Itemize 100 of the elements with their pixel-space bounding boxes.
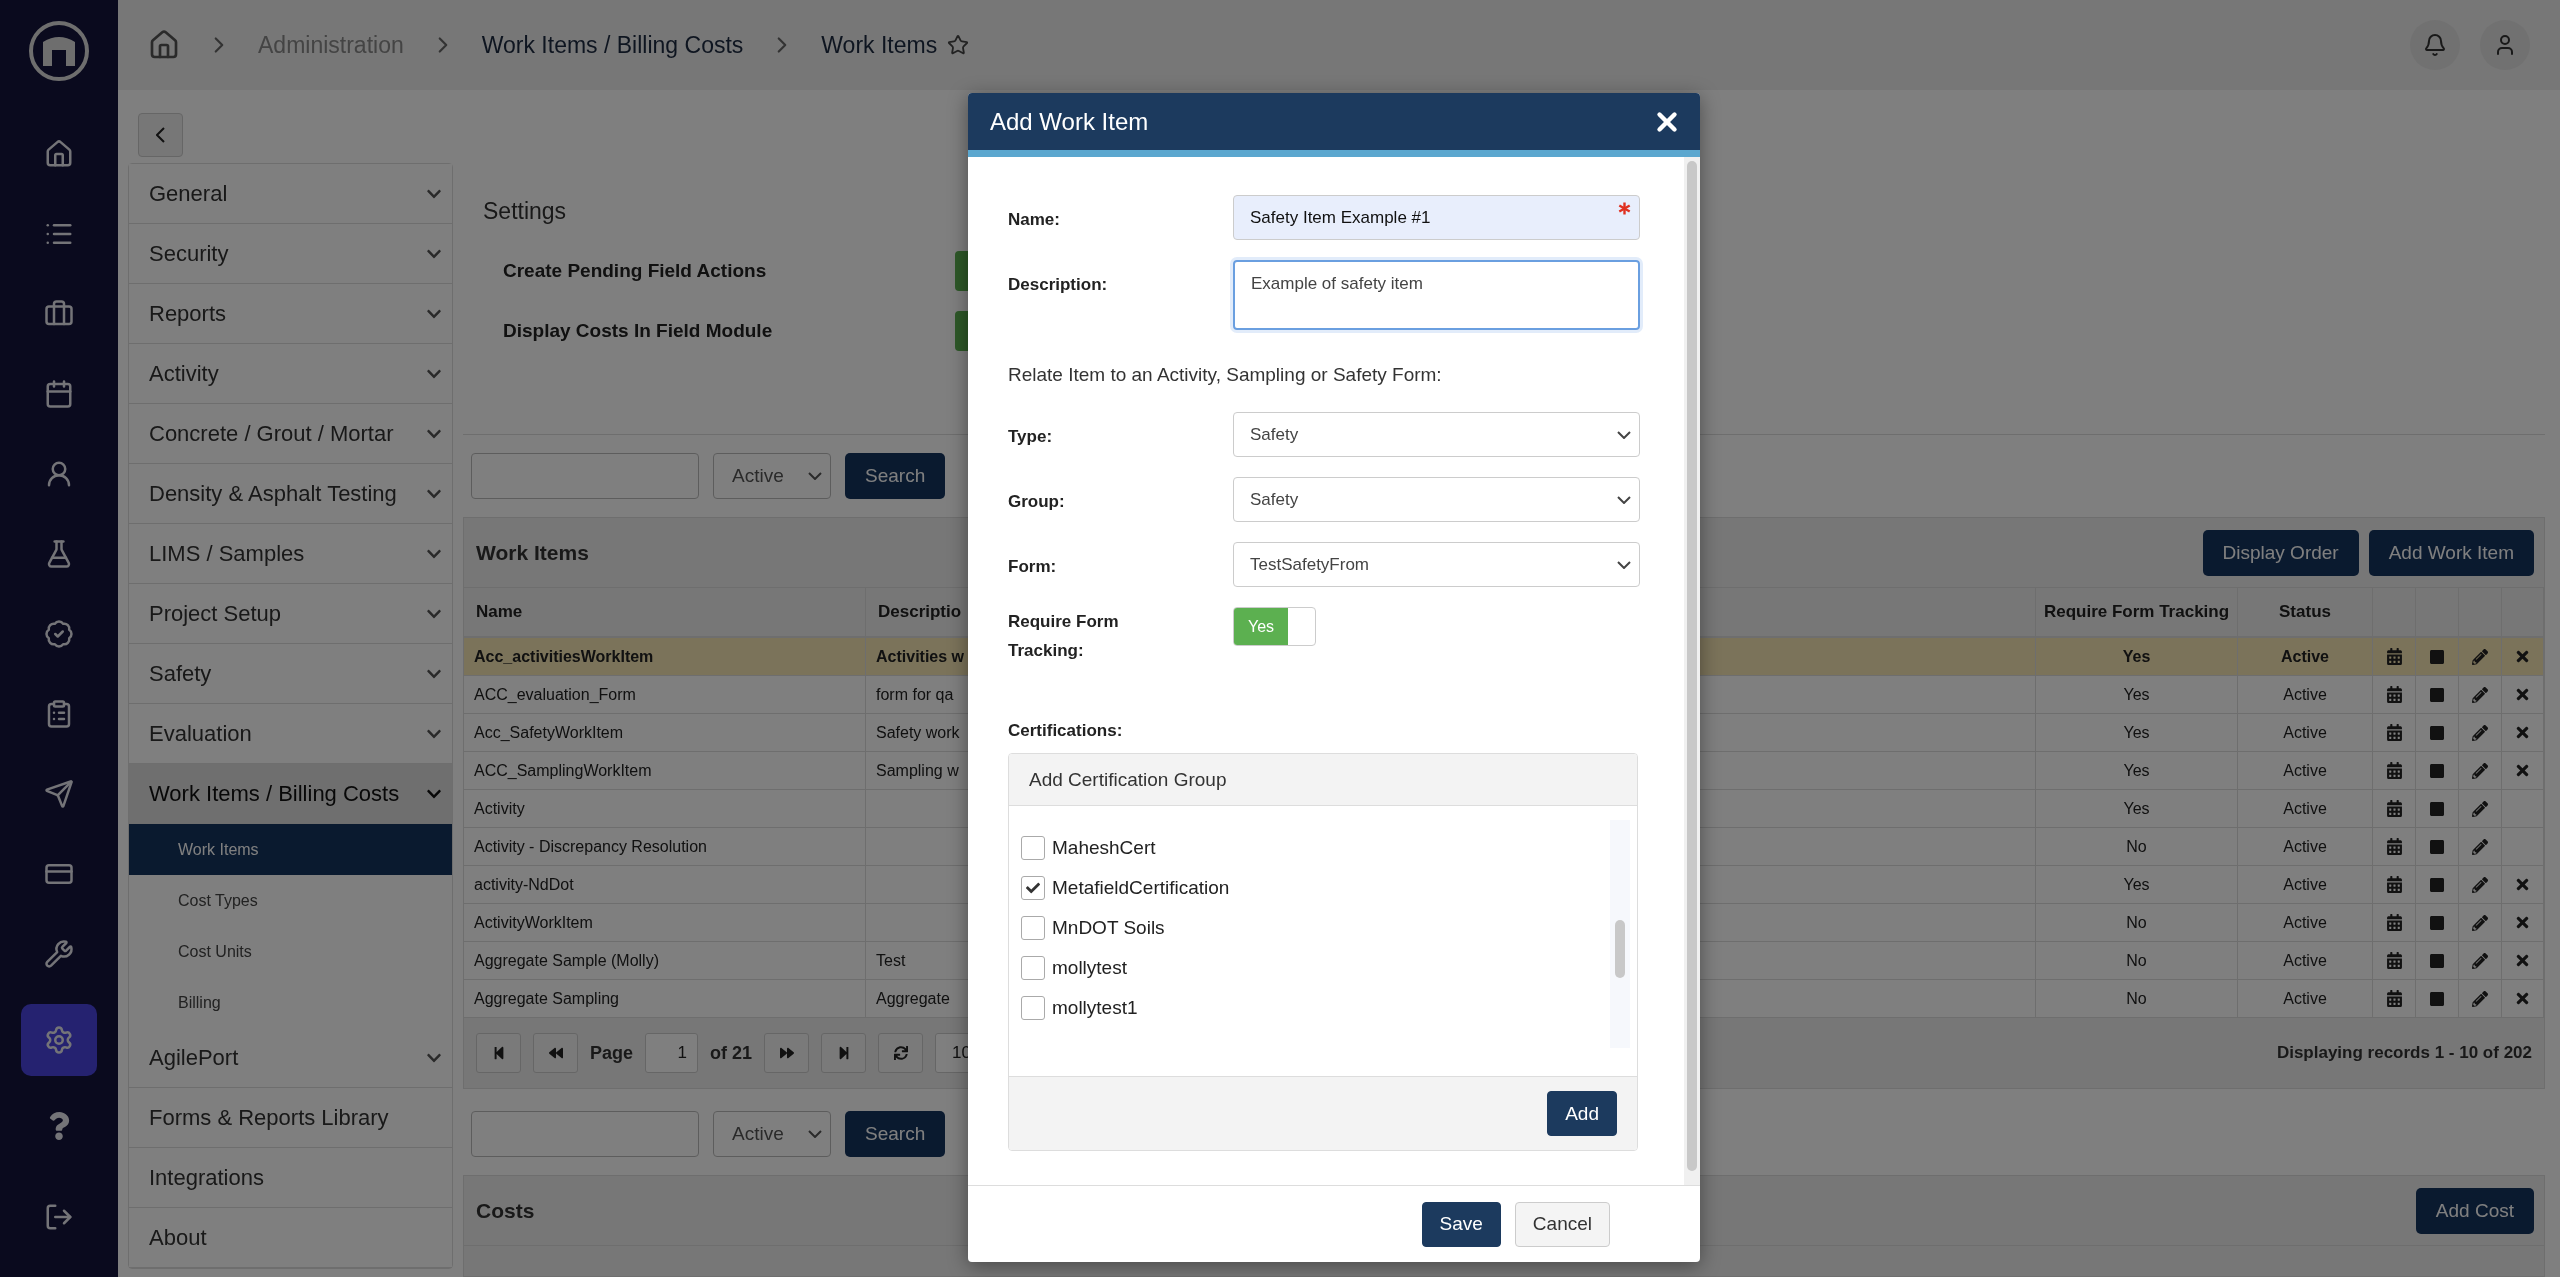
last-page-button[interactable] bbox=[821, 1033, 867, 1073]
table-cell: Active bbox=[2238, 828, 2373, 866]
delete-icon[interactable] bbox=[2514, 762, 2531, 779]
table-cell: Active bbox=[2238, 790, 2373, 828]
add-button[interactable]: Add bbox=[1547, 1091, 1617, 1136]
edit-icon[interactable] bbox=[2472, 838, 2488, 855]
stop-icon[interactable] bbox=[2429, 876, 2445, 893]
edit-icon[interactable] bbox=[2472, 990, 2488, 1007]
checkbox-label: MnDOT Soils bbox=[1052, 917, 1165, 939]
column-header: Status bbox=[2238, 588, 2373, 638]
stop-icon[interactable] bbox=[2429, 914, 2445, 931]
edit-icon[interactable] bbox=[2472, 648, 2488, 665]
send-icon bbox=[44, 779, 74, 809]
delete-icon[interactable] bbox=[2514, 876, 2531, 893]
name-field[interactable]: Safety Item Example #1 bbox=[1233, 195, 1640, 240]
breadcrumb-link[interactable]: Work Items bbox=[821, 31, 938, 59]
refresh-button[interactable] bbox=[878, 1033, 924, 1073]
delete-icon[interactable] bbox=[2514, 724, 2531, 741]
calendar-icon[interactable] bbox=[2385, 686, 2403, 703]
stop-icon[interactable] bbox=[2429, 800, 2445, 817]
select-field[interactable]: TestSafetyFrom bbox=[1233, 542, 1640, 587]
stop-icon[interactable] bbox=[2429, 762, 2445, 779]
delete-icon[interactable] bbox=[2514, 952, 2531, 969]
edit-icon[interactable] bbox=[2472, 686, 2488, 703]
scrollbar[interactable] bbox=[1684, 157, 1700, 1185]
edit-icon[interactable] bbox=[2472, 762, 2488, 779]
stop-icon[interactable] bbox=[2429, 990, 2445, 1007]
action-button[interactable]: Display Order bbox=[2202, 529, 2359, 576]
column-header: Require Form Tracking bbox=[2036, 588, 2238, 638]
search-button[interactable]: Search bbox=[845, 1111, 946, 1157]
status-select[interactable]: Active bbox=[713, 1111, 831, 1157]
edit-icon[interactable] bbox=[2472, 914, 2488, 931]
search-button[interactable]: Search bbox=[845, 453, 946, 499]
previous-page-button[interactable] bbox=[533, 1033, 578, 1073]
logo-icon bbox=[28, 20, 90, 82]
action-button[interactable]: Add Work Item bbox=[2368, 529, 2534, 576]
records-summary: Displaying records 1 - 10 of 202 bbox=[2276, 1043, 2532, 1063]
checkbox[interactable] bbox=[1021, 996, 1045, 1020]
table-cell: No bbox=[2036, 828, 2238, 866]
nav-button[interactable] bbox=[21, 1004, 97, 1076]
table-cell: Yes bbox=[2036, 866, 2238, 904]
table-cell: Active bbox=[2238, 638, 2373, 676]
calendar-icon[interactable] bbox=[2385, 838, 2403, 855]
edit-icon[interactable] bbox=[2472, 952, 2488, 969]
stop-icon[interactable] bbox=[2429, 724, 2445, 741]
calendar-icon[interactable] bbox=[2385, 876, 2403, 893]
status-select[interactable]: Active bbox=[713, 453, 831, 499]
next-page-button[interactable] bbox=[764, 1033, 810, 1073]
stop-icon[interactable] bbox=[2429, 648, 2445, 665]
next-icon bbox=[779, 1046, 794, 1060]
wrench-icon bbox=[44, 939, 74, 969]
table-cell: activity-NdDot bbox=[464, 866, 866, 904]
checkbox[interactable] bbox=[1021, 916, 1045, 940]
description-field[interactable]: Example of safety item bbox=[1233, 260, 1640, 330]
calendar-icon[interactable] bbox=[2385, 648, 2403, 665]
stop-icon[interactable] bbox=[2429, 952, 2445, 969]
check-icon bbox=[1026, 881, 1040, 895]
star-icon[interactable] bbox=[947, 34, 970, 56]
checkbox[interactable] bbox=[1021, 876, 1045, 900]
calendar-icon[interactable] bbox=[2385, 724, 2403, 741]
table-cell: Yes bbox=[2036, 676, 2238, 714]
table-cell: Aggregate Sampling bbox=[464, 980, 866, 1018]
stop-icon[interactable] bbox=[2429, 686, 2445, 703]
edit-icon[interactable] bbox=[2472, 800, 2488, 817]
calendar-icon[interactable] bbox=[2385, 762, 2403, 779]
menu-item[interactable]: General bbox=[129, 164, 452, 224]
save-button[interactable]: Save bbox=[1421, 1201, 1501, 1247]
calendar-icon[interactable] bbox=[2385, 914, 2403, 931]
select-field[interactable]: Safety bbox=[1233, 477, 1640, 522]
chevron-down-icon bbox=[1617, 495, 1631, 504]
menu-item[interactable]: Work Items / Billing Costs bbox=[129, 764, 452, 824]
search-field[interactable] bbox=[471, 453, 699, 499]
home-icon[interactable] bbox=[148, 29, 180, 61]
toggle-switch[interactable]: Yes bbox=[1233, 607, 1316, 646]
page-field[interactable]: 1 bbox=[645, 1033, 699, 1073]
edit-icon[interactable] bbox=[2472, 724, 2488, 741]
calendar-icon[interactable] bbox=[2385, 800, 2403, 817]
search-field[interactable] bbox=[471, 1111, 699, 1157]
stop-icon[interactable] bbox=[2429, 838, 2445, 855]
select-field[interactable]: Safety bbox=[1233, 412, 1640, 457]
checkbox[interactable] bbox=[1021, 836, 1045, 860]
back-button[interactable] bbox=[138, 113, 183, 157]
calendar-icon[interactable] bbox=[2385, 990, 2403, 1007]
breadcrumb-link[interactable]: Work Items / Billing Costs bbox=[481, 31, 744, 59]
delete-icon[interactable] bbox=[2514, 990, 2531, 1007]
action-button[interactable]: Add Cost bbox=[2415, 1187, 2534, 1234]
first-page-button[interactable] bbox=[476, 1033, 521, 1073]
checkbox[interactable] bbox=[1021, 956, 1045, 980]
field-label: Type: bbox=[1008, 426, 1054, 448]
edit-icon[interactable] bbox=[2472, 876, 2488, 893]
page-label: Page bbox=[590, 1042, 634, 1064]
column-header: Name bbox=[464, 588, 866, 638]
cancel-button[interactable]: Cancel bbox=[1514, 1201, 1610, 1247]
scrollbar[interactable] bbox=[1610, 820, 1630, 1048]
delete-icon[interactable] bbox=[2514, 914, 2531, 931]
delete-icon[interactable] bbox=[2514, 648, 2531, 665]
delete-icon[interactable] bbox=[2514, 686, 2531, 703]
calendar-icon[interactable] bbox=[2385, 952, 2403, 969]
submenu-item[interactable]: Work Items bbox=[129, 824, 452, 875]
table-cell: No bbox=[2036, 904, 2238, 942]
